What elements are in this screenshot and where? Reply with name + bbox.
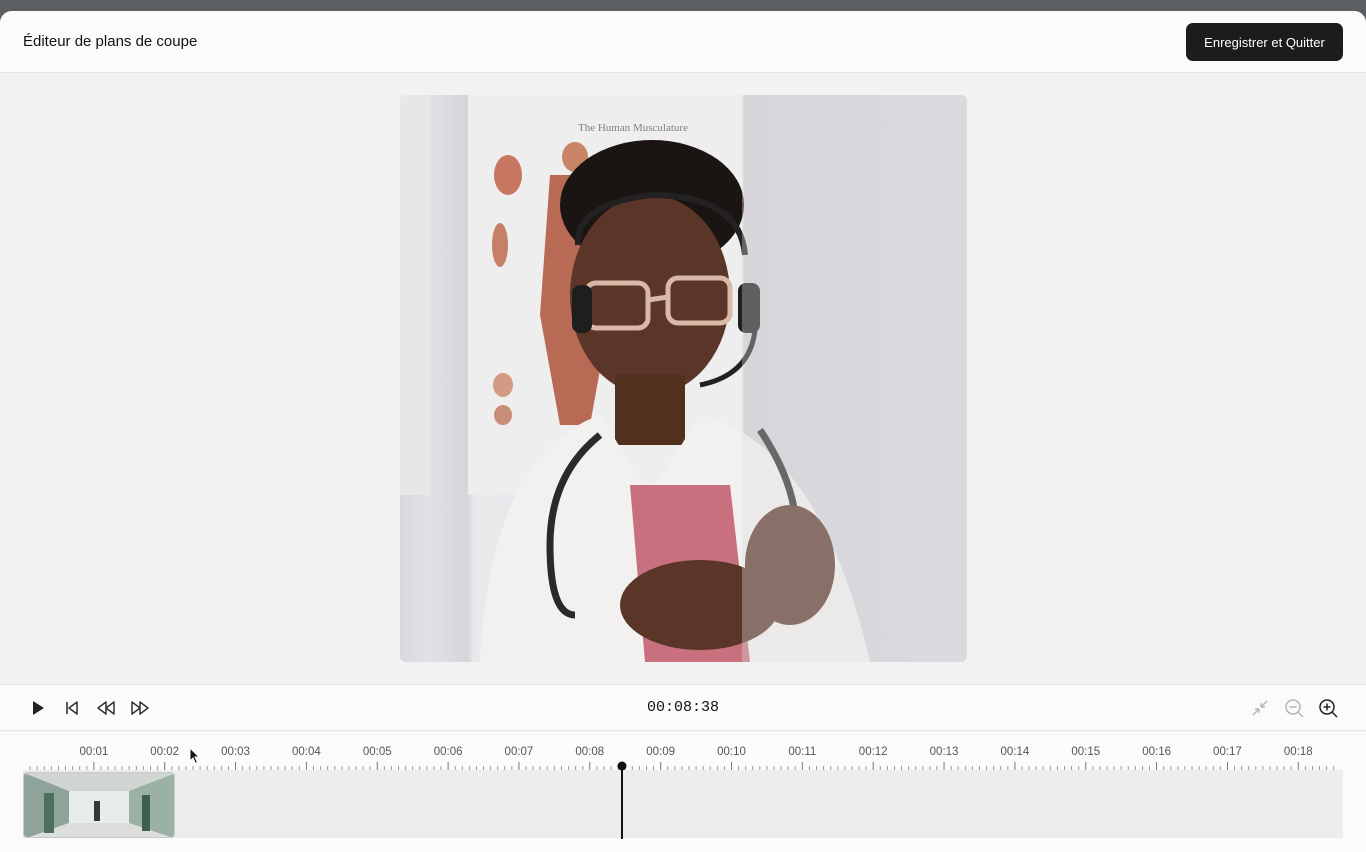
timeline-ruler-label: 00:02 [150, 746, 180, 758]
timeline-ruler-label: 00:04 [292, 746, 321, 758]
fast-forward-icon [131, 701, 149, 715]
timeline-ruler-label: 00:07 [504, 746, 534, 758]
video-preview: The Human Musculature [400, 95, 967, 662]
timeline-clip[interactable] [23, 772, 175, 838]
timeline-ruler-label: 00:03 [221, 746, 250, 758]
skip-to-start-icon [66, 701, 78, 715]
timeline-ruler-label: 00:01 [79, 746, 109, 758]
fast-forward-button[interactable] [129, 697, 151, 719]
page-title: Éditeur de plans de coupe [23, 33, 198, 50]
fit-to-screen-icon [1252, 700, 1268, 716]
current-timecode: 00:08:38 [646, 699, 719, 716]
timeline-ruler-label: 00:09 [646, 746, 676, 758]
timeline-ruler-label: 00:05 [362, 746, 392, 758]
rewind-icon [97, 701, 115, 715]
timeline-ruler-label: 00:06 [433, 746, 463, 758]
rewind-button[interactable] [95, 697, 117, 719]
timeline-ruler-label: 00:16 [1142, 746, 1171, 758]
timeline-ruler-label: 00:15 [1071, 746, 1101, 758]
zoom-in-icon [1319, 699, 1338, 718]
timeline-ruler-label: 00:18 [1283, 746, 1313, 758]
play-icon [33, 701, 44, 715]
timeline-track[interactable] [23, 770, 1343, 838]
editor-window: Éditeur de plans de coupe Enregistrer et… [0, 11, 1366, 852]
skip-to-start-button[interactable] [61, 697, 83, 719]
save-and-quit-button[interactable]: Enregistrer et Quitter [1186, 23, 1343, 61]
zoom-out-icon [1285, 699, 1304, 718]
play-button[interactable] [27, 697, 49, 719]
playback-controls: 00:08:38 [0, 684, 1366, 731]
timeline-ruler-label: 00:12 [858, 746, 888, 758]
fit-to-screen-button[interactable] [1249, 697, 1271, 719]
timeline-ruler-label: 00:11 [788, 746, 817, 758]
clip-thumbnail [24, 773, 174, 837]
zoom-in-button[interactable] [1317, 697, 1339, 719]
mouse-cursor-icon [189, 747, 201, 765]
playhead[interactable] [617, 761, 627, 839]
timeline-ruler-label: 00:13 [929, 746, 959, 758]
video-frame: The Human Musculature [400, 95, 967, 662]
zoom-out-button[interactable] [1283, 697, 1305, 719]
timeline-ruler-label: 00:08 [575, 746, 605, 758]
timeline[interactable]: 00:01 00:02 00:03 00:04 00:05 00:06 00:07 00:08… [0, 732, 1366, 852]
header-bar: Éditeur de plans de coupe Enregistrer et… [0, 11, 1366, 73]
timeline-ruler-labels: 00:01 00:02 00:03 00:04 00:05 00:06 00:07 00:08… [0, 746, 1366, 762]
poster-title: The Human Musculature [578, 122, 688, 134]
timeline-ruler-label: 00:14 [1000, 746, 1030, 758]
timeline-ruler-label: 00:10 [717, 746, 746, 758]
timeline-ruler-label: 00:17 [1213, 746, 1242, 758]
